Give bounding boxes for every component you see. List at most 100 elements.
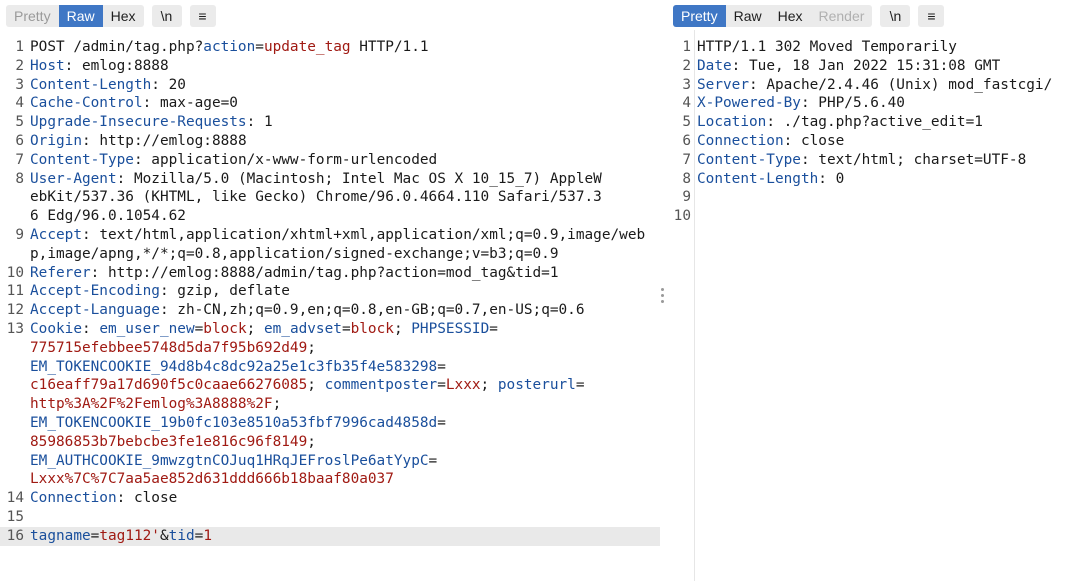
cookie-name: em_user_new xyxy=(99,320,195,337)
cookie-header-line: 13 Cookie: em_user_new=block; em_advset=… xyxy=(0,320,664,489)
line-number: 1 xyxy=(15,39,24,55)
line-number: 6 xyxy=(682,132,691,149)
status-line: 1 HTTP/1.1 302 Moved Temporarily xyxy=(673,38,1080,57)
header-value: Tue, 18 Jan 2022 15:31:08 GMT xyxy=(740,57,1001,74)
header-line: 5 Location: ./tag.php?active_edit=1 xyxy=(673,113,1080,132)
header-value: PHP/5.6.40 xyxy=(809,95,905,112)
line-number: 14 xyxy=(6,490,24,507)
blank-line: 15 xyxy=(0,508,664,527)
cookie-name: EM_TOKENCOOKIE_19b0fc103e8510a53fbf7996c… xyxy=(30,414,438,431)
header-key: Server xyxy=(697,76,749,93)
show-newlines-button[interactable]: \n xyxy=(151,5,182,27)
header-key: Content-Length xyxy=(697,170,819,187)
header-line: 2 Date: Tue, 18 Jan 2022 15:31:08 GMT xyxy=(673,57,1080,76)
tab-render[interactable]: Render xyxy=(811,5,873,27)
header-value: emlog:8888 xyxy=(73,57,169,74)
line-number: 16 xyxy=(6,527,24,544)
equals: = xyxy=(255,39,264,55)
header-value: 20 xyxy=(159,76,186,93)
response-viewer[interactable]: 1 HTTP/1.1 302 Moved Temporarily 2 Date:… xyxy=(673,38,1080,226)
http-version: HTTP/1.1 xyxy=(350,39,429,55)
query-param-key: action xyxy=(203,39,256,55)
line-number: 2 xyxy=(15,57,24,74)
line-number: 8 xyxy=(15,170,24,187)
body-param-value: tag112' xyxy=(99,527,160,544)
line-number: 13 xyxy=(6,320,24,337)
cookie-value: 775715efebbee5748d5da7f95b692d49 xyxy=(30,339,308,356)
query-param-value: update_tag xyxy=(263,39,351,55)
header-line: 4 X-Powered-By: PHP/5.6.40 xyxy=(673,94,1080,113)
line-number: 3 xyxy=(682,76,691,93)
header-line: 10 Referer: http://emlog:8888/admin/tag.… xyxy=(0,264,664,283)
header-line: 5 Upgrade-Insecure-Requests: 1 xyxy=(0,113,664,132)
request-method-path: POST /admin/tag.php? xyxy=(30,39,204,55)
header-line: 4 Cache-Control: max-age=0 xyxy=(0,94,664,113)
tab-pretty[interactable]: Pretty xyxy=(673,5,726,27)
request-line: 1 POST /admin/tag.php?action=update_tag … xyxy=(0,38,664,57)
status-text: HTTP/1.1 302 Moved Temporarily xyxy=(697,39,957,55)
hamburger-icon[interactable]: ≡ xyxy=(918,5,945,27)
cookie-value: c16eaff79a17d690f5c0caae66276085 xyxy=(30,377,308,394)
line-number: 3 xyxy=(15,76,24,93)
header-key: Connection xyxy=(697,132,784,149)
header-line: 3 Server: Apache/2.4.46 (Unix) mod_fastc… xyxy=(673,76,1080,95)
header-value: text/html,application/xhtml+xml,applicat… xyxy=(30,226,646,262)
header-line: 6 Connection: close xyxy=(673,132,1080,151)
header-value: text/html; charset=UTF-8 xyxy=(809,151,1027,168)
header-key: Accept-Language xyxy=(30,302,160,319)
cookie-value: Lxxx xyxy=(445,377,481,394)
header-key: Cookie xyxy=(30,320,82,337)
tab-pretty[interactable]: Pretty xyxy=(6,5,59,27)
cookie-name: posterurl xyxy=(497,377,576,394)
pane-resize-handle[interactable] xyxy=(661,288,665,303)
header-value: http://emlog:8888 xyxy=(90,132,247,149)
header-value: ./tag.php?active_edit=1 xyxy=(774,114,983,131)
line-number: 1 xyxy=(682,39,691,55)
cookie-value: 85986853b7bebcbe3fe1e816c96f8149 xyxy=(30,433,308,450)
tab-raw[interactable]: Raw xyxy=(726,5,770,27)
header-key: Referer xyxy=(30,264,91,281)
cookie-value: block xyxy=(203,320,247,337)
header-line: 3 Content-Length: 20 xyxy=(0,76,664,95)
header-value: zh-CN,zh;q=0.9,en;q=0.8,en-GB;q=0.7,en-U… xyxy=(168,302,585,319)
line-number: 10 xyxy=(6,264,24,281)
header-line: 7 Content-Type: text/html; charset=UTF-8 xyxy=(673,151,1080,170)
response-view-tabs: Pretty Raw Hex Render xyxy=(673,5,873,27)
request-toolbar: Pretty Raw Hex \n ≡ xyxy=(6,5,216,27)
header-line: 11 Accept-Encoding: gzip, deflate xyxy=(0,282,664,301)
header-value: http://emlog:8888/admin/tag.php?action=m… xyxy=(99,264,559,281)
request-editor[interactable]: 1 POST /admin/tag.php?action=update_tag … xyxy=(0,38,664,546)
cookie-value: Lxxx%7C%7C7aa5ae852d631ddd666b18baaf80a0… xyxy=(30,471,394,488)
header-value: Apache/2.4.46 (Unix) mod_fastcgi/ xyxy=(757,76,1053,93)
line-number: 8 xyxy=(682,170,691,187)
http-message-editor: Pretty Raw Hex \n ≡ Pretty Raw Hex Rende… xyxy=(0,0,1080,581)
cookie-name: PHPSESSID xyxy=(411,320,490,337)
header-value: gzip, deflate xyxy=(168,283,290,300)
header-line: 12 Accept-Language: zh-CN,zh;q=0.9,en;q=… xyxy=(0,301,664,320)
ampersand: & xyxy=(159,527,169,544)
body-param-key: tid xyxy=(168,527,195,544)
header-key: Accept xyxy=(30,226,82,243)
line-number: 15 xyxy=(6,508,24,525)
tab-raw[interactable]: Raw xyxy=(58,5,103,27)
blank-line: 10 xyxy=(673,207,1080,226)
header-key: User-Agent xyxy=(30,170,117,187)
body-param-value: 1 xyxy=(203,527,212,544)
header-line: 9 Accept: text/html,application/xhtml+xm… xyxy=(0,226,664,264)
header-value: 0 xyxy=(826,170,845,187)
header-key: Accept-Encoding xyxy=(30,283,160,300)
cookie-value: block xyxy=(350,320,394,337)
show-newlines-button[interactable]: \n xyxy=(880,5,911,27)
line-number: 7 xyxy=(15,151,24,168)
header-line: 8 Content-Length: 0 xyxy=(673,170,1080,189)
line-number: 7 xyxy=(682,151,691,168)
hamburger-icon[interactable]: ≡ xyxy=(189,5,216,27)
body-param-key: tagname xyxy=(30,527,91,544)
cookie-name: EM_AUTHCOOKIE_9mwzgtnCOJuq1HRqJEFroslPe6… xyxy=(30,452,429,469)
line-number: 9 xyxy=(682,189,691,206)
tab-hex[interactable]: Hex xyxy=(770,5,811,27)
tab-hex[interactable]: Hex xyxy=(103,5,144,27)
line-number: 6 xyxy=(15,132,24,149)
cookie-value: http%3A%2F%2Femlog%3A8888%2F xyxy=(30,396,273,413)
header-value: max-age=0 xyxy=(151,95,238,112)
